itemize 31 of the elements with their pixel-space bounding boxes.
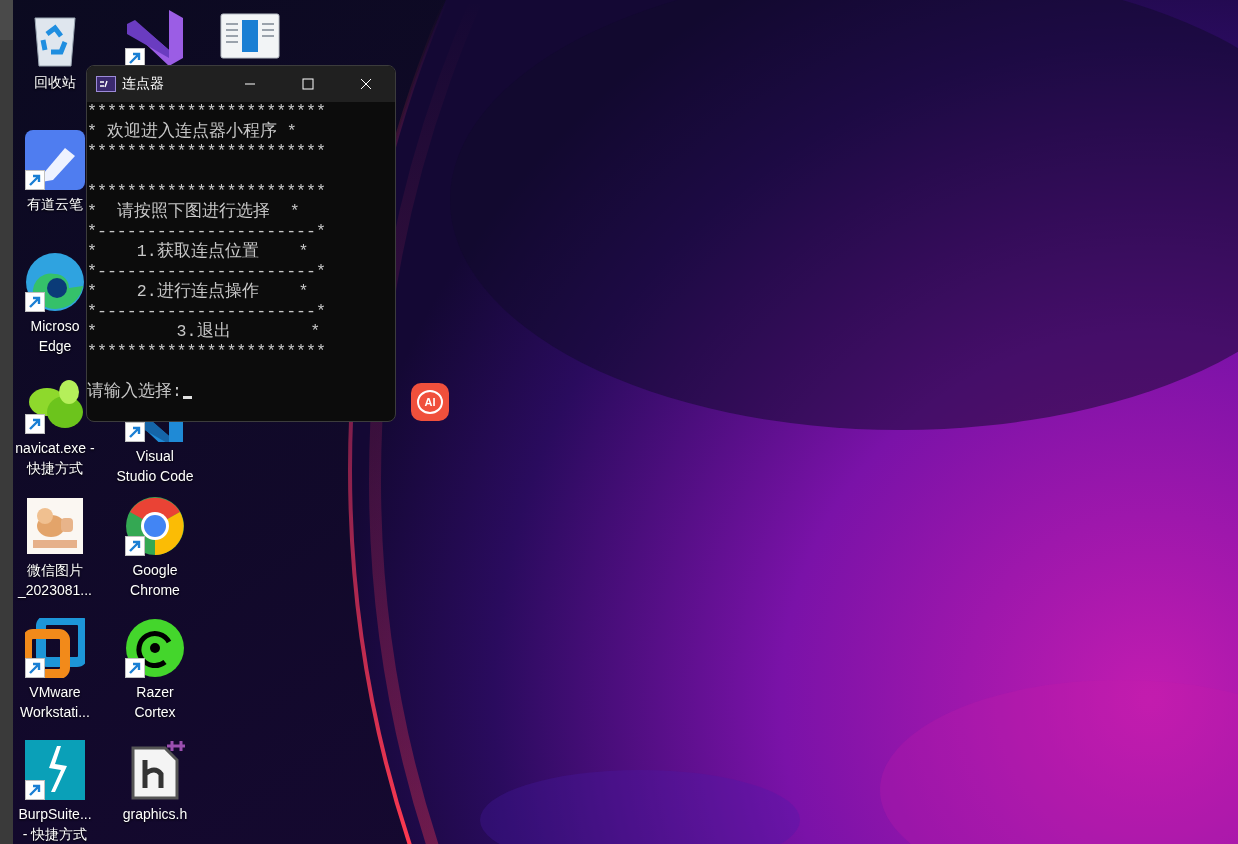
console-prompt: 请输入选择: [87,382,182,402]
icon-label: VMware Workstati... [20,683,90,722]
console-line: *----------------------* [87,262,327,282]
console-line: * 请按照下图进行选择 * [87,202,301,222]
close-icon [360,78,372,90]
icon-label: Visual Studio Code [116,447,194,486]
squares-icon[interactable] [25,618,85,678]
console-line: * 欢迎进入连点器小程序 * [87,122,298,142]
console-line: ************************ [87,142,327,162]
console-line: * 3.退出 * [87,322,322,342]
icon-label: Razer Cortex [134,683,176,722]
icon-label: graphics.h [122,805,188,824]
console-line: ************************ [87,102,327,121]
minimize-icon [244,83,256,85]
console-line: ************************ [87,182,327,202]
icon-label: 有道云笔 [27,195,83,214]
maximize-icon [302,78,314,90]
icon-label: BurpSuite... - 快捷方式 [18,805,92,844]
console-line: *----------------------* [87,302,327,322]
icon-label: 微信图片 _2023081... [18,561,92,600]
console-line: * 2.进行连点操作 * [87,282,310,302]
icon-label: Google Chrome [130,561,180,600]
icon-label: navicat.exe - 快捷方式 [15,439,95,478]
console-line: * 1.获取连点位置 * [87,242,310,262]
console-line: *----------------------* [87,222,327,242]
icon-label: 回收站 [34,73,76,92]
console-line: ************************ [87,342,327,362]
window-title: 连点器 [122,75,164,93]
terminal-icon [96,76,116,92]
icon-label: Microso Edge [30,317,80,356]
assistant-button[interactable]: AI [411,383,449,421]
